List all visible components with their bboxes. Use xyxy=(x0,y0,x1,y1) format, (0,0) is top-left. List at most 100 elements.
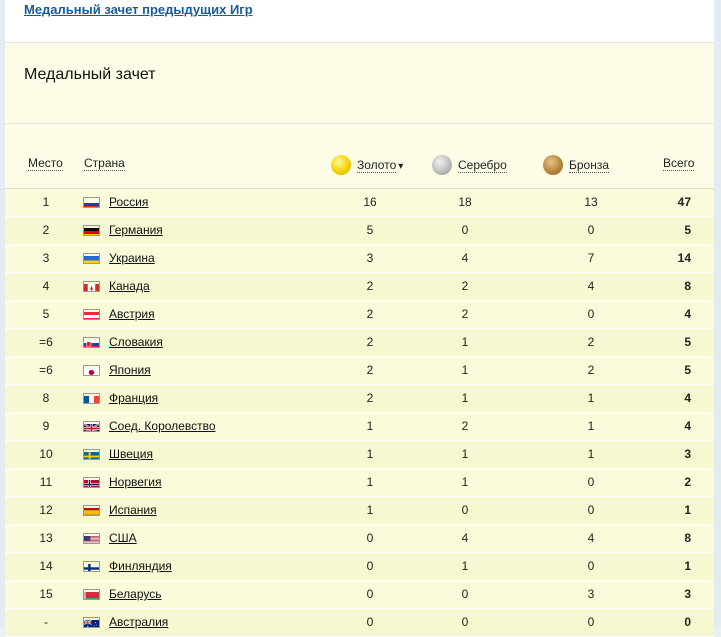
top-bar: Медальный зачет предыдущих Игр xyxy=(5,0,714,43)
total-count: 14 xyxy=(677,251,691,265)
place-cell: 4 xyxy=(42,279,50,293)
header-country[interactable]: Страна xyxy=(84,156,125,174)
germany-flag-icon xyxy=(83,225,100,236)
table-row: 8 Франция 2 1 1 4 xyxy=(5,385,714,413)
place-cell: 8 xyxy=(42,391,50,405)
uk-flag-icon xyxy=(83,421,100,432)
silver-count: 2 xyxy=(461,419,469,433)
france-flag-icon xyxy=(83,393,100,404)
silver-medal-icon xyxy=(432,155,452,175)
silver-count: 18 xyxy=(458,195,472,209)
bronze-count: 7 xyxy=(587,251,595,265)
country-link[interactable]: Канада xyxy=(109,279,150,293)
silver-count: 1 xyxy=(461,447,469,461)
header-place[interactable]: Место xyxy=(28,156,63,174)
total-count: 47 xyxy=(677,195,691,209)
header-total-label[interactable]: Всего xyxy=(663,156,695,171)
gold-count: 0 xyxy=(366,531,374,545)
header-silver[interactable]: Серебро xyxy=(432,155,507,175)
belarus-flag-icon xyxy=(83,589,100,600)
country-link[interactable]: Франция xyxy=(109,391,158,405)
russia-flag-icon xyxy=(83,197,100,208)
bronze-count: 0 xyxy=(587,475,595,489)
country-link[interactable]: Финляндия xyxy=(109,559,172,573)
header-gold-label[interactable]: Золото xyxy=(357,158,397,174)
header-bronze-label[interactable]: Бронза xyxy=(569,158,610,174)
header-gold[interactable]: Золото ▾ xyxy=(331,155,404,175)
country-link[interactable]: Словакия xyxy=(109,335,163,349)
previous-games-link[interactable]: Медальный зачет предыдущих Игр xyxy=(24,2,253,17)
header-total[interactable]: Всего xyxy=(663,156,695,174)
gold-count: 1 xyxy=(366,475,374,489)
sweden-flag-icon xyxy=(83,449,100,460)
bronze-count: 0 xyxy=(587,307,595,321)
table-row: 14 Финляндия 0 1 0 1 xyxy=(5,553,714,581)
header-country-label[interactable]: Страна xyxy=(84,156,125,171)
silver-count: 1 xyxy=(461,475,469,489)
austria-flag-icon xyxy=(83,309,100,320)
country-link[interactable]: Германия xyxy=(109,223,163,237)
table-row: 4 Канада 2 2 4 8 xyxy=(5,273,714,301)
ukraine-flag-icon xyxy=(83,253,100,264)
header-bronze[interactable]: Бронза xyxy=(543,155,610,175)
total-count: 8 xyxy=(684,279,691,293)
silver-count: 1 xyxy=(461,391,469,405)
gold-count: 2 xyxy=(366,307,374,321)
total-count: 5 xyxy=(684,223,691,237)
japan-flag-icon xyxy=(83,365,100,376)
content-container: Медальный зачет предыдущих Игр Медальный… xyxy=(5,0,714,637)
country-link[interactable]: Россия xyxy=(109,195,148,209)
header-silver-label[interactable]: Серебро xyxy=(458,158,507,174)
usa-flag-icon xyxy=(83,533,100,544)
place-cell: =6 xyxy=(39,335,53,349)
table-row: 12 Испания 1 0 0 1 xyxy=(5,497,714,525)
spain-flag-icon xyxy=(83,505,100,516)
bronze-count: 1 xyxy=(587,447,595,461)
silver-count: 4 xyxy=(461,531,469,545)
norway-flag-icon xyxy=(83,477,100,488)
place-cell: 2 xyxy=(42,223,50,237)
place-cell: 12 xyxy=(39,503,53,517)
country-link[interactable]: Украина xyxy=(109,251,155,265)
gold-count: 1 xyxy=(366,503,374,517)
place-cell: =6 xyxy=(39,363,53,377)
table-row: 1 Россия 16 18 13 47 xyxy=(5,189,714,217)
bronze-count: 1 xyxy=(587,391,595,405)
country-link[interactable]: Австрия xyxy=(109,307,155,321)
total-count: 1 xyxy=(684,559,691,573)
country-link[interactable]: Беларусь xyxy=(109,587,161,601)
country-link[interactable]: Норвегия xyxy=(109,475,162,489)
total-count: 3 xyxy=(684,587,691,601)
title-divider xyxy=(5,123,714,124)
place-cell: 3 xyxy=(42,251,50,265)
place-cell: 14 xyxy=(39,559,53,573)
header-place-label[interactable]: Место xyxy=(28,156,63,171)
australia-flag-icon xyxy=(83,617,100,628)
country-link[interactable]: США xyxy=(109,531,137,545)
total-count: 8 xyxy=(684,531,691,545)
silver-count: 4 xyxy=(461,251,469,265)
silver-count: 1 xyxy=(461,335,469,349)
bronze-medal-icon xyxy=(543,155,563,175)
country-link[interactable]: Швеция xyxy=(109,447,153,461)
bronze-count: 0 xyxy=(587,223,595,237)
silver-count: 0 xyxy=(461,503,469,517)
table-row: =6 Словакия 2 1 2 5 xyxy=(5,329,714,357)
medal-table-body: 1 Россия 16 18 13 47 2 Германия 5 0 0 5 3 Украина 3 4 7 1… xyxy=(5,189,714,637)
table-row: 3 Украина 3 4 7 14 xyxy=(5,245,714,273)
gold-count: 0 xyxy=(366,587,374,601)
silver-count: 1 xyxy=(461,559,469,573)
total-count: 5 xyxy=(684,363,691,377)
canada-flag-icon xyxy=(83,281,100,292)
sort-desc-icon: ▾ xyxy=(398,161,404,173)
place-cell: 11 xyxy=(39,475,53,489)
bronze-count: 13 xyxy=(584,195,598,209)
country-link[interactable]: Япония xyxy=(109,363,151,377)
silver-count: 1 xyxy=(461,363,469,377)
country-link[interactable]: Соед. Королевство xyxy=(109,419,216,433)
country-link[interactable]: Испания xyxy=(109,503,157,517)
table-row: 11 Норвегия 1 1 0 2 xyxy=(5,469,714,497)
table-row: =6 Япония 2 1 2 5 xyxy=(5,357,714,385)
table-row: 15 Беларусь 0 0 3 3 xyxy=(5,581,714,609)
gold-medal-icon xyxy=(331,155,351,175)
